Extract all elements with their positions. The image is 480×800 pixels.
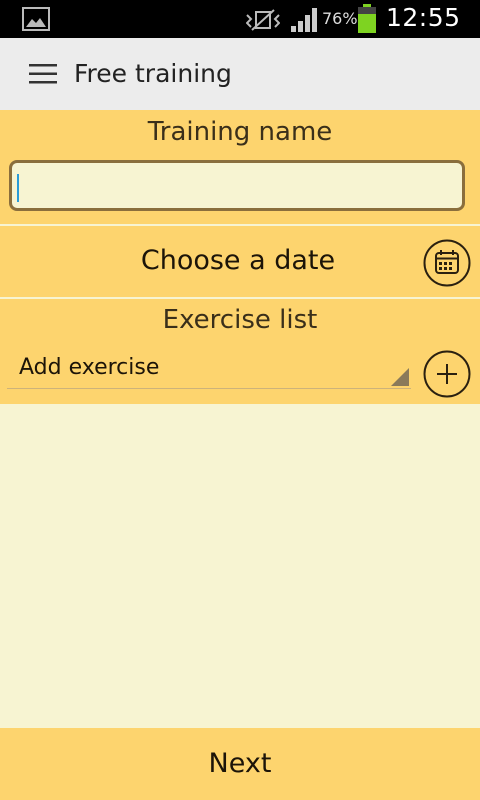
plus-icon[interactable] — [423, 350, 471, 398]
choose-date-label: Choose a date — [140, 245, 336, 276]
next-label: Next — [208, 748, 272, 779]
action-bar: Free training — [0, 38, 480, 111]
status-time: 12:55 — [386, 3, 461, 32]
vibrate-icon — [246, 9, 280, 31]
status-bar: 76% 12:55 — [0, 0, 480, 38]
battery-percent: 76% — [322, 9, 358, 28]
training-name-input[interactable] — [9, 160, 465, 211]
exercise-spinner-value: Add exercise — [19, 355, 160, 380]
calendar-icon[interactable] — [423, 239, 471, 287]
exercise-list-label: Exercise list — [162, 305, 318, 335]
page-title: Free training — [74, 59, 232, 88]
training-name-label: Training name — [147, 117, 333, 147]
training-name-section: Training name — [0, 110, 480, 224]
dropdown-triangle-icon — [391, 368, 409, 386]
exercise-section: Exercise list Add exercise — [0, 299, 480, 404]
menu-icon[interactable] — [29, 63, 57, 85]
text-caret — [17, 174, 19, 202]
battery-icon — [358, 4, 376, 33]
choose-date-button[interactable]: Choose a date — [0, 226, 480, 297]
exercise-list — [0, 404, 480, 728]
signal-icon — [291, 8, 317, 32]
gallery-icon — [22, 7, 50, 31]
next-button[interactable]: Next — [0, 728, 480, 800]
exercise-spinner[interactable]: Add exercise — [7, 348, 411, 389]
date-section: Choose a date — [0, 226, 480, 297]
